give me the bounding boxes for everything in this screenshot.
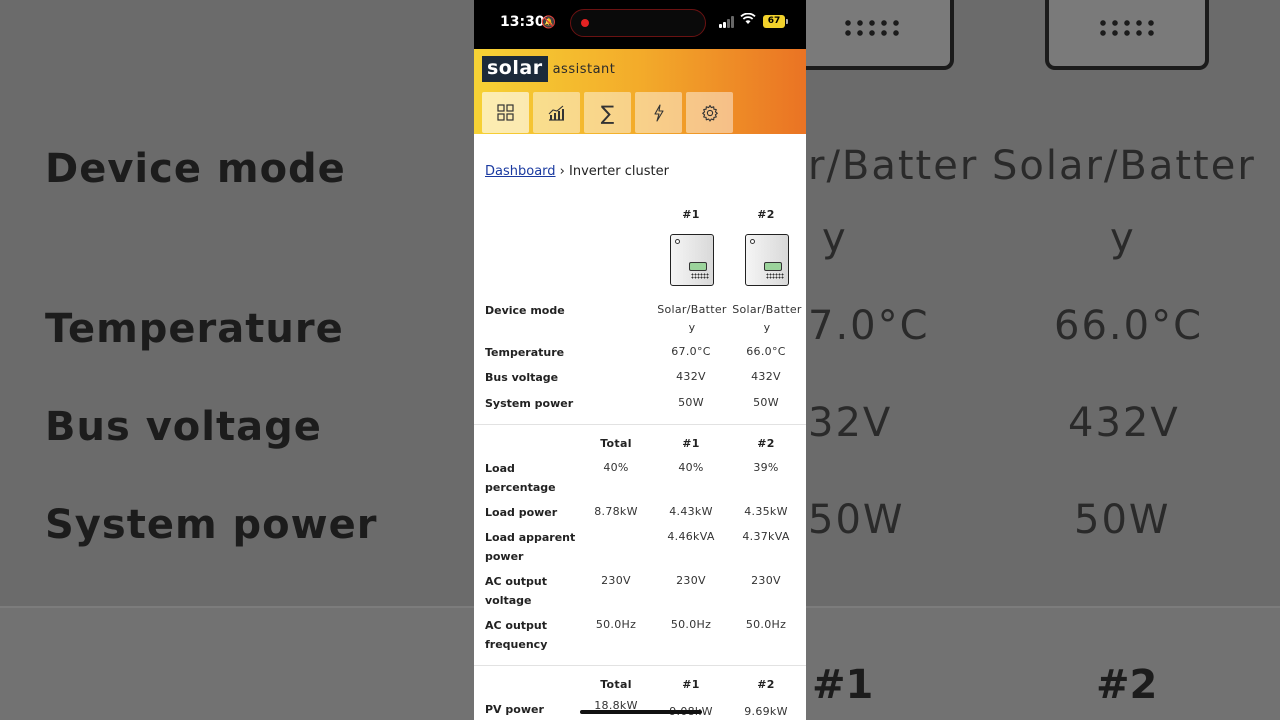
header-inverter-1: #1	[682, 208, 700, 221]
bg-val-2-bus: 432V	[1068, 400, 1180, 446]
bg-inverter-1-icon	[790, 0, 954, 70]
system-power-1: 50W	[678, 396, 704, 409]
row-label: Load percentage	[485, 462, 556, 494]
sigma-icon: ∑	[600, 100, 615, 125]
load-power-total: 8.78kW	[594, 505, 638, 518]
gear-icon	[701, 104, 718, 122]
bg-header-2: #2	[1096, 662, 1158, 708]
ac-frequency-2: 50.0Hz	[745, 618, 787, 631]
ac-frequency-total: 50.0Hz	[595, 618, 637, 631]
bg-val-2-mode: Solar/Batter	[992, 143, 1256, 189]
header-inverter-2: #2	[757, 678, 775, 691]
inverter-1-icon[interactable]	[670, 234, 714, 286]
bg-val-1-mode: r/Batter	[808, 143, 979, 189]
breadcrumb-separator: ›	[559, 164, 565, 179]
temperature-1: 67.0°C	[671, 345, 711, 358]
bg-label-system-power: System power	[45, 502, 378, 548]
nav-dashboard-button[interactable]	[482, 92, 529, 133]
section-divider	[474, 424, 806, 425]
bg-val-1-sys: 50W	[808, 497, 905, 543]
breadcrumb-dashboard-link[interactable]: Dashboard	[485, 164, 556, 179]
breadcrumb-current: Inverter cluster	[569, 164, 669, 179]
load-percentage-total: 40%	[603, 461, 629, 474]
device-mode-1: Solar/Batter y	[657, 303, 727, 334]
bg-label-temperature: Temperature	[45, 306, 344, 352]
breadcrumb: Dashboard › Inverter cluster	[485, 164, 669, 179]
ac-frequency-1: 50.0Hz	[670, 618, 712, 631]
bus-voltage-2: 432V	[751, 370, 781, 383]
row-label: Temperature	[485, 346, 565, 359]
load-apparent-1: 4.46kVA	[667, 530, 715, 543]
bg-inverter-2-icon	[1045, 0, 1209, 70]
ac-voltage-2: 230V	[751, 574, 781, 587]
bg-val-1-bus: 32V	[808, 400, 893, 446]
row-label: System power	[485, 397, 574, 410]
bg-val-2-sys: 50W	[1074, 497, 1171, 543]
recording-dot-icon	[581, 19, 589, 27]
dynamic-island[interactable]	[570, 9, 706, 37]
row-label: AC output voltage	[485, 575, 548, 607]
system-power-2: 50W	[753, 396, 779, 409]
logo-solar-text: solar	[482, 56, 548, 82]
row-label: AC output frequency	[485, 619, 548, 651]
temperature-2: 66.0°C	[746, 345, 786, 358]
load-apparent-2: 4.37kVA	[742, 530, 790, 543]
logo-assistant-text: assistant	[552, 61, 616, 77]
chart-icon	[548, 105, 564, 121]
inverter-2-icon[interactable]	[745, 234, 789, 286]
solar-assistant-logo[interactable]: solar assistant	[482, 56, 615, 82]
nav-settings-button[interactable]	[686, 92, 733, 133]
bg-val-1-temp: 7.0°C	[808, 303, 930, 349]
status-bar: 13:30 🔕 67	[474, 0, 806, 49]
ac-voltage-1: 230V	[676, 574, 706, 587]
wifi-icon	[740, 12, 756, 29]
cell-signal-icon	[719, 16, 735, 28]
row-label: Device mode	[485, 304, 565, 317]
home-indicator[interactable]	[580, 710, 702, 714]
bg-val-2-temp: 66.0°C	[1054, 303, 1203, 349]
section-divider	[474, 665, 806, 666]
phone-screen: 13:30 🔕 67 solar assistant ∑ Dashboard ›…	[474, 0, 806, 720]
header-inverter-2: #2	[757, 208, 775, 221]
load-percentage-2: 39%	[753, 461, 779, 474]
header-inverter-1: #1	[682, 678, 700, 691]
silent-bell-icon: 🔕	[541, 15, 556, 29]
bus-voltage-1: 432V	[676, 370, 706, 383]
lightning-icon	[653, 103, 664, 122]
device-mode-2: Solar/Batter y	[732, 303, 802, 334]
row-label: PV power	[485, 703, 544, 716]
bg-header-1: #1	[812, 662, 874, 708]
header-total: Total	[600, 437, 632, 450]
dashboard-grid-icon	[497, 104, 514, 121]
row-label: Load apparent power	[485, 531, 576, 563]
bg-label-device-mode: Device mode	[45, 146, 346, 192]
nav-totals-button[interactable]: ∑	[584, 92, 631, 133]
row-label: Bus voltage	[485, 371, 559, 384]
row-label: Load power	[485, 506, 558, 519]
load-power-2: 4.35kW	[744, 505, 788, 518]
pv-power-2: 9.69kW	[744, 705, 788, 718]
nav-power-button[interactable]	[635, 92, 682, 133]
load-power-1: 4.43kW	[669, 505, 713, 518]
load-percentage-1: 40%	[678, 461, 704, 474]
app-header: solar assistant ∑	[474, 49, 806, 134]
header-inverter-2: #2	[757, 437, 775, 450]
ac-voltage-total: 230V	[601, 574, 631, 587]
bg-val-2-mode-wrap: y	[1110, 215, 1136, 261]
bg-label-bus-voltage: Bus voltage	[45, 404, 322, 450]
bg-val-1-mode-wrap: y	[822, 215, 848, 261]
status-time: 13:30	[500, 14, 545, 30]
battery-icon: 67	[763, 15, 788, 28]
nav-charts-button[interactable]	[533, 92, 580, 133]
main-nav: ∑	[482, 92, 733, 133]
header-inverter-1: #1	[682, 437, 700, 450]
header-total: Total	[600, 678, 632, 691]
